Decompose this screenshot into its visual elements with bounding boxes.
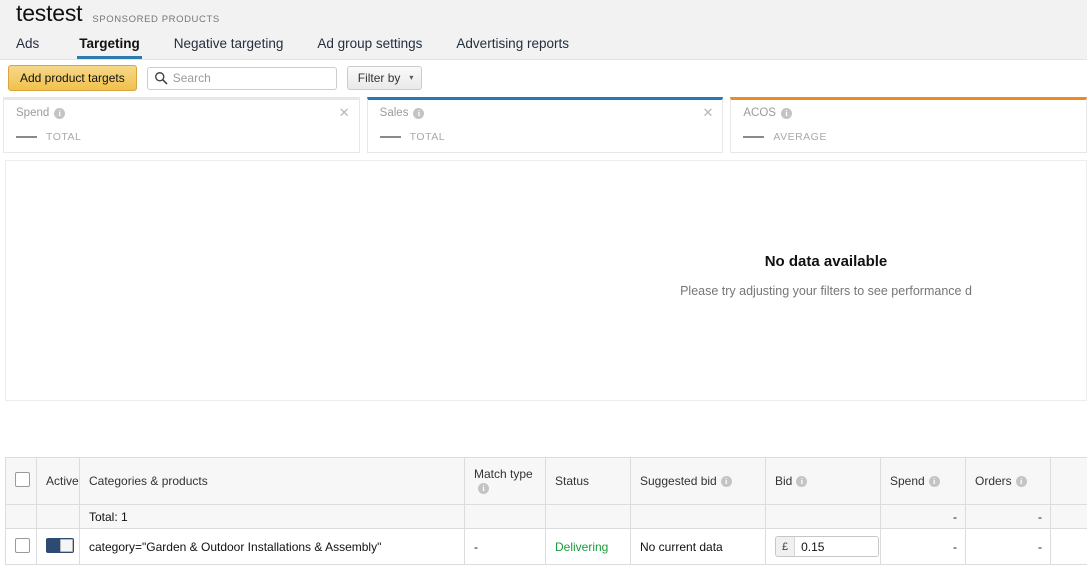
close-icon[interactable]: ✕ — [339, 106, 350, 119]
chart-empty-title: No data available — [764, 253, 888, 270]
filter-by-button[interactable]: Filter by ▾ — [346, 66, 423, 90]
metric-card-sales-legend: TOTAL — [379, 131, 713, 143]
info-icon[interactable]: i — [478, 483, 489, 494]
tab-ads[interactable]: Ads — [16, 36, 56, 59]
total-select-cell — [5, 504, 37, 529]
active-header[interactable]: Active — [36, 457, 80, 505]
info-icon[interactable]: i — [413, 107, 425, 119]
filter-by-label: Filter by — [357, 71, 401, 85]
info-icon[interactable]: i — [1015, 476, 1027, 487]
metric-card-sales-label: Sales — [379, 107, 409, 119]
orders-header-label: Orders — [975, 474, 1012, 488]
active-toggle-knob — [60, 538, 73, 552]
toolbar: Add product targets Filter by ▾ — [0, 60, 1087, 96]
row-spend-cell: - — [880, 528, 966, 565]
bid-header[interactable]: Bid i — [765, 457, 881, 505]
total-label-prefix: Total: — [89, 509, 122, 524]
match-type-header[interactable]: Match type i — [464, 457, 546, 505]
legend-line-icon — [16, 136, 37, 138]
total-extra-cell — [1050, 504, 1087, 529]
total-suggested-bid-cell — [630, 504, 766, 529]
row-bid-cell: £ — [765, 528, 881, 565]
metric-card-sales[interactable]: Sales i ✕ TOTAL — [366, 97, 724, 153]
row-orders-cell: - — [965, 528, 1051, 565]
close-icon[interactable]: ✕ — [702, 106, 713, 119]
select-all-header — [5, 457, 37, 505]
chart-panel: No data available Please try adjusting y… — [5, 160, 1087, 401]
metric-card-sales-legend-label: TOTAL — [409, 131, 446, 143]
info-icon[interactable]: i — [720, 476, 732, 487]
app-header: testest SPONSORED PRODUCTS — [0, 0, 1087, 30]
metric-card-acos-legend-label: AVERAGE — [773, 131, 827, 143]
total-label-count: 1 — [121, 509, 128, 524]
metric-card-spend-label: Spend — [16, 107, 50, 119]
metric-card-acos[interactable]: ACOS i AVERAGE — [730, 97, 1087, 153]
search-box[interactable] — [146, 66, 337, 90]
suggested-bid-header-label: Suggested bid — [640, 474, 717, 488]
row-select-cell — [5, 528, 37, 565]
row-checkbox[interactable] — [15, 537, 30, 553]
search-input[interactable] — [146, 66, 337, 90]
info-icon[interactable]: i — [780, 107, 792, 119]
active-toggle[interactable] — [46, 537, 74, 553]
targets-table: Active Categories & products Match type i… — [5, 457, 1087, 565]
suggested-bid-header[interactable]: Suggested bid i — [630, 457, 766, 505]
match-type-header-label: Match type — [474, 467, 533, 481]
row-target-name-cell: category="Garden & Outdoor Installations… — [79, 528, 465, 565]
row-extra-cell — [1050, 528, 1087, 565]
legend-line-icon — [379, 136, 401, 138]
bid-field[interactable]: £ — [775, 536, 879, 557]
total-match-type-cell — [464, 504, 546, 529]
metric-cards: Spend i ✕ TOTAL Sales i ✕ TOTAL ACOS i A… — [0, 96, 1087, 153]
total-spend-cell: - — [880, 504, 966, 529]
status-badge: Delivering — [545, 528, 631, 565]
table-row: category="Garden & Outdoor Installations… — [5, 528, 1087, 565]
row-active-cell — [36, 528, 80, 565]
chevron-down-icon: ▾ — [409, 73, 414, 82]
extra-header — [1050, 457, 1087, 505]
total-active-cell — [36, 504, 80, 529]
metric-card-acos-legend: AVERAGE — [743, 131, 1076, 143]
metric-card-acos-label: ACOS — [743, 107, 776, 119]
chart-empty-state: No data available Please try adjusting y… — [6, 253, 1086, 298]
total-bid-cell — [765, 504, 881, 529]
orders-header[interactable]: Orders i — [965, 457, 1051, 505]
total-status-cell — [545, 504, 631, 529]
spend-header[interactable]: Spend i — [880, 457, 966, 505]
brand-title: testest — [16, 0, 83, 26]
bid-header-label: Bid — [775, 474, 793, 488]
total-orders-cell: - — [965, 504, 1051, 529]
tab-negative-targeting[interactable]: Negative targeting — [157, 36, 301, 59]
metric-card-sales-title-row: Sales i — [380, 107, 713, 119]
tab-targeting[interactable]: Targeting — [62, 36, 157, 59]
legend-line-icon — [743, 136, 765, 138]
brand-subtitle: SPONSORED PRODUCTS — [92, 14, 220, 25]
spend-header-label: Spend — [890, 474, 925, 488]
metric-card-spend-legend: TOTAL — [16, 131, 349, 143]
tab-advertising-reports[interactable]: Advertising reports — [439, 36, 586, 59]
metric-card-spend-title-row: Spend i — [16, 107, 349, 119]
metric-card-acos-title-row: ACOS i — [743, 107, 1076, 119]
status-header[interactable]: Status — [545, 457, 631, 505]
total-label-cell: Total: 1 — [79, 504, 465, 529]
select-all-checkbox[interactable] — [15, 472, 30, 487]
chart-empty-subtitle: Please try adjusting your filters to see… — [680, 284, 972, 298]
tab-ad-group-settings[interactable]: Ad group settings — [300, 36, 439, 59]
info-icon[interactable]: i — [54, 107, 66, 119]
table-total-row: Total: 1 - - — [5, 504, 1087, 529]
row-match-type-cell: - — [464, 528, 546, 565]
info-icon[interactable]: i — [928, 476, 940, 487]
add-product-targets-button[interactable]: Add product targets — [8, 65, 137, 91]
row-suggested-bid-cell: No current data — [630, 528, 766, 565]
table-header-row: Active Categories & products Match type i… — [5, 457, 1087, 505]
tab-bar: Ads Targeting Negative targeting Ad grou… — [0, 30, 1087, 60]
info-icon[interactable]: i — [796, 476, 808, 487]
categories-products-header[interactable]: Categories & products — [79, 457, 465, 505]
bid-currency-prefix: £ — [776, 537, 796, 556]
bid-input[interactable] — [795, 537, 878, 556]
metric-card-spend-legend-label: TOTAL — [46, 131, 82, 143]
metric-card-spend[interactable]: Spend i ✕ TOTAL — [3, 97, 360, 153]
targets-table-wrap: Active Categories & products Match type i… — [5, 457, 1087, 565]
